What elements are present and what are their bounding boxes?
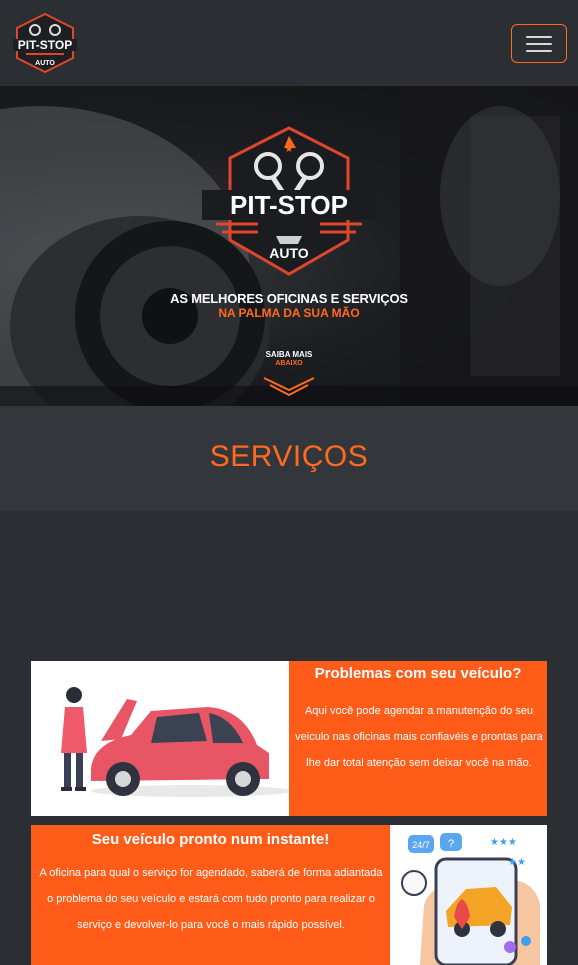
hamburger-icon xyxy=(526,50,552,52)
service-card-title: Seu veículo pronto num instante! xyxy=(91,831,330,848)
hero-logo: ★ PIT-STOP AUTO xyxy=(198,124,380,284)
scroll-cta-label[interactable]: SAIBA MAIS xyxy=(0,350,578,359)
svg-text:★★: ★★ xyxy=(508,857,526,868)
svg-text:★: ★ xyxy=(285,144,294,155)
scroll-cta-sublabel[interactable]: ABAIXO xyxy=(0,360,578,367)
service-card-image: 24/7 ? ★★★ ★★ xyxy=(390,825,547,965)
service-card-text: Aqui você pode agendar a manutenção do s… xyxy=(295,705,543,769)
svg-text:?: ? xyxy=(448,838,454,850)
services-header: SERVIÇOS xyxy=(0,406,578,511)
svg-text:★★★: ★★★ xyxy=(490,837,517,848)
hero-banner: ★ PIT-STOP AUTO AS MELHORES OFICINAS E S… xyxy=(0,86,578,406)
hero-logo-text: PIT-STOP xyxy=(230,190,348,220)
hero-logo-subtext: AUTO xyxy=(269,245,309,261)
hero-tagline: AS MELHORES OFICINAS E SERVIÇOS xyxy=(170,291,408,306)
hamburger-icon xyxy=(526,43,552,45)
service-card-image xyxy=(31,661,289,816)
chevron-down-icon[interactable] xyxy=(262,376,316,398)
support-badge-text: 24/7 xyxy=(412,840,430,850)
service-card: Seu veículo pronto num instante! A ofici… xyxy=(31,825,547,965)
service-card: Problemas com seu veículo? Aqui você pod… xyxy=(31,661,547,816)
services-title: SERVIÇOS xyxy=(209,440,369,473)
brand-logo[interactable]: PIT-STOP AUTO xyxy=(10,12,80,74)
service-card-text: A oficina para qual o serviço for agenda… xyxy=(39,867,383,931)
navbar: PIT-STOP AUTO xyxy=(0,0,578,86)
brand-logo-text: PIT-STOP xyxy=(18,38,72,52)
hero-tagline-highlight: NA PALMA DA SUA MÃO xyxy=(218,306,360,320)
menu-toggle-button[interactable] xyxy=(511,24,567,63)
brand-logo-subtext: AUTO xyxy=(35,60,55,67)
hamburger-icon xyxy=(526,36,552,38)
service-card-title: Problemas com seu veículo? xyxy=(314,665,522,682)
